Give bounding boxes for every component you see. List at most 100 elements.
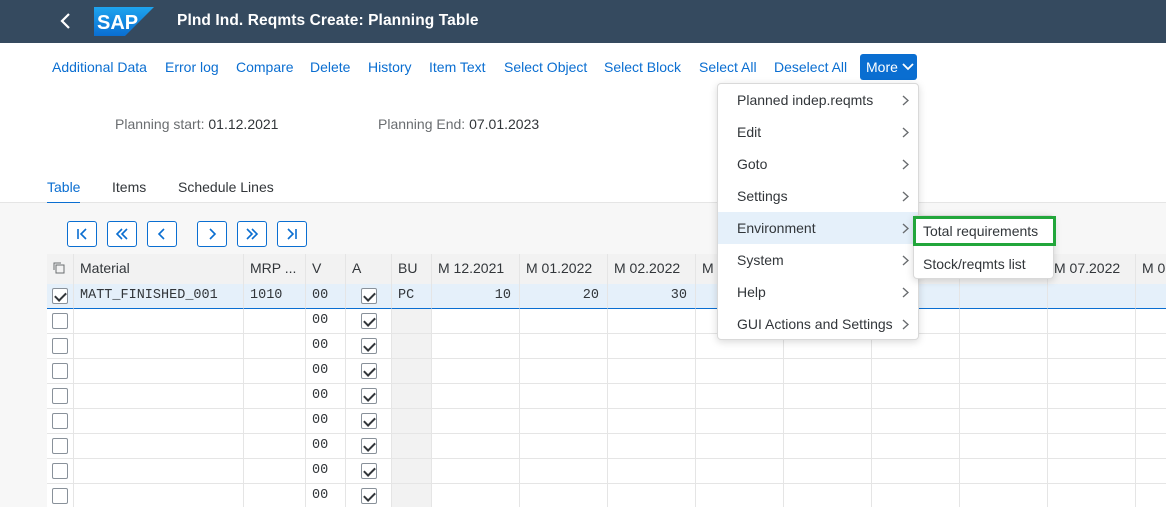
- cell-m02-2022[interactable]: [608, 484, 696, 507]
- cell-mrp[interactable]: [244, 384, 306, 409]
- cell-m06-2022[interactable]: [960, 359, 1048, 384]
- cell-mrp[interactable]: [244, 334, 306, 359]
- cell-material[interactable]: [74, 384, 244, 409]
- cell-m02-2022[interactable]: [608, 384, 696, 409]
- first-page-button[interactable]: [67, 221, 97, 247]
- error-log-button[interactable]: Error log: [165, 58, 219, 80]
- cell-mrp[interactable]: [244, 434, 306, 459]
- cell-mrp[interactable]: [244, 484, 306, 507]
- cell-material[interactable]: [74, 459, 244, 484]
- cell-m07-2022[interactable]: [1048, 309, 1136, 334]
- cell-m06-2022[interactable]: [960, 384, 1048, 409]
- cell-m05-2022[interactable]: [872, 359, 960, 384]
- menu-item-environment[interactable]: Environment: [718, 212, 918, 244]
- next-button[interactable]: [197, 221, 227, 247]
- cell-m02-2022[interactable]: [608, 434, 696, 459]
- row-select-checkbox[interactable]: [52, 488, 68, 504]
- tab-items[interactable]: Items: [112, 179, 146, 195]
- cell-mrp[interactable]: [244, 409, 306, 434]
- col-header-m08-2022[interactable]: M 08: [1136, 254, 1166, 284]
- cell-m12-2021[interactable]: [432, 459, 520, 484]
- cell-m07-2022[interactable]: [1048, 359, 1136, 384]
- row-selector[interactable]: [47, 484, 74, 507]
- item-text-button[interactable]: Item Text: [429, 58, 486, 80]
- cell-m12-2021[interactable]: 10: [432, 284, 520, 309]
- cell-m12-2021[interactable]: [432, 334, 520, 359]
- back-button[interactable]: [52, 8, 80, 34]
- cell-m05-2022[interactable]: [872, 409, 960, 434]
- cell-material[interactable]: [74, 484, 244, 507]
- cell-m02-2022[interactable]: 30: [608, 284, 696, 309]
- active-checkbox[interactable]: [361, 363, 377, 379]
- cell-bu[interactable]: PC: [392, 284, 432, 309]
- menu-item-goto[interactable]: Goto: [718, 148, 918, 180]
- cell-v[interactable]: 00: [306, 309, 346, 334]
- cell-m05-2022[interactable]: [872, 384, 960, 409]
- row-select-checkbox[interactable]: [52, 413, 68, 429]
- cell-m07-2022[interactable]: [1048, 284, 1136, 309]
- col-header-mrp[interactable]: MRP ...: [244, 254, 306, 284]
- active-checkbox[interactable]: [361, 388, 377, 404]
- cell-v[interactable]: 00: [306, 384, 346, 409]
- previous-button[interactable]: [147, 221, 177, 247]
- cell-m07-2022[interactable]: [1048, 459, 1136, 484]
- additional-data-button[interactable]: Additional Data: [52, 58, 147, 80]
- cell-m08-2022[interactable]: [1136, 284, 1166, 309]
- cell-m12-2021[interactable]: [432, 484, 520, 507]
- col-header-m07-2022[interactable]: M 07.2022: [1048, 254, 1136, 284]
- cell-m07-2022[interactable]: [1048, 334, 1136, 359]
- cell-m05-2022[interactable]: [872, 459, 960, 484]
- cell-m08-2022[interactable]: [1136, 484, 1166, 507]
- active-checkbox[interactable]: [361, 438, 377, 454]
- row-select-checkbox[interactable]: [52, 288, 68, 304]
- last-page-button[interactable]: [277, 221, 307, 247]
- cell-m04-2022[interactable]: [784, 459, 872, 484]
- cell-v[interactable]: 00: [306, 359, 346, 384]
- cell-m03-2022[interactable]: [696, 434, 784, 459]
- cell-m02-2022[interactable]: [608, 459, 696, 484]
- cell-m03-2022[interactable]: [696, 359, 784, 384]
- cell-m01-2022[interactable]: [520, 359, 608, 384]
- cell-m02-2022[interactable]: [608, 334, 696, 359]
- menu-item-edit[interactable]: Edit: [718, 116, 918, 148]
- cell-m08-2022[interactable]: [1136, 334, 1166, 359]
- row-select-checkbox[interactable]: [52, 363, 68, 379]
- row-select-checkbox[interactable]: [52, 338, 68, 354]
- cell-m12-2021[interactable]: [432, 409, 520, 434]
- cell-mrp[interactable]: 1010: [244, 284, 306, 309]
- cell-v[interactable]: 00: [306, 284, 346, 309]
- cell-m06-2022[interactable]: [960, 309, 1048, 334]
- cell-bu[interactable]: [392, 409, 432, 434]
- cell-m02-2022[interactable]: [608, 359, 696, 384]
- cell-material[interactable]: [74, 434, 244, 459]
- cell-bu[interactable]: [392, 359, 432, 384]
- cell-mrp[interactable]: [244, 309, 306, 334]
- active-checkbox[interactable]: [361, 288, 377, 304]
- row-selector[interactable]: [47, 359, 74, 384]
- cell-m12-2021[interactable]: [432, 384, 520, 409]
- cell-mrp[interactable]: [244, 459, 306, 484]
- cell-m05-2022[interactable]: [872, 484, 960, 507]
- cell-m07-2022[interactable]: [1048, 384, 1136, 409]
- cell-bu[interactable]: [392, 384, 432, 409]
- menu-item-help[interactable]: Help: [718, 276, 918, 308]
- cell-m07-2022[interactable]: [1048, 409, 1136, 434]
- cell-m03-2022[interactable]: [696, 384, 784, 409]
- cell-m01-2022[interactable]: [520, 434, 608, 459]
- cell-m04-2022[interactable]: [784, 409, 872, 434]
- cell-m12-2021[interactable]: [432, 434, 520, 459]
- cell-material[interactable]: MATT_FINISHED_001: [74, 284, 244, 309]
- row-selector[interactable]: [47, 384, 74, 409]
- col-header-a[interactable]: A: [346, 254, 392, 284]
- active-checkbox[interactable]: [361, 338, 377, 354]
- cell-m08-2022[interactable]: [1136, 309, 1166, 334]
- row-selector[interactable]: [47, 459, 74, 484]
- cell-material[interactable]: [74, 334, 244, 359]
- cell-m07-2022[interactable]: [1048, 434, 1136, 459]
- cell-m06-2022[interactable]: [960, 409, 1048, 434]
- cell-m03-2022[interactable]: [696, 409, 784, 434]
- cell-m04-2022[interactable]: [784, 434, 872, 459]
- cell-m08-2022[interactable]: [1136, 359, 1166, 384]
- row-select-checkbox[interactable]: [52, 313, 68, 329]
- col-header-m12-2021[interactable]: M 12.2021: [432, 254, 520, 284]
